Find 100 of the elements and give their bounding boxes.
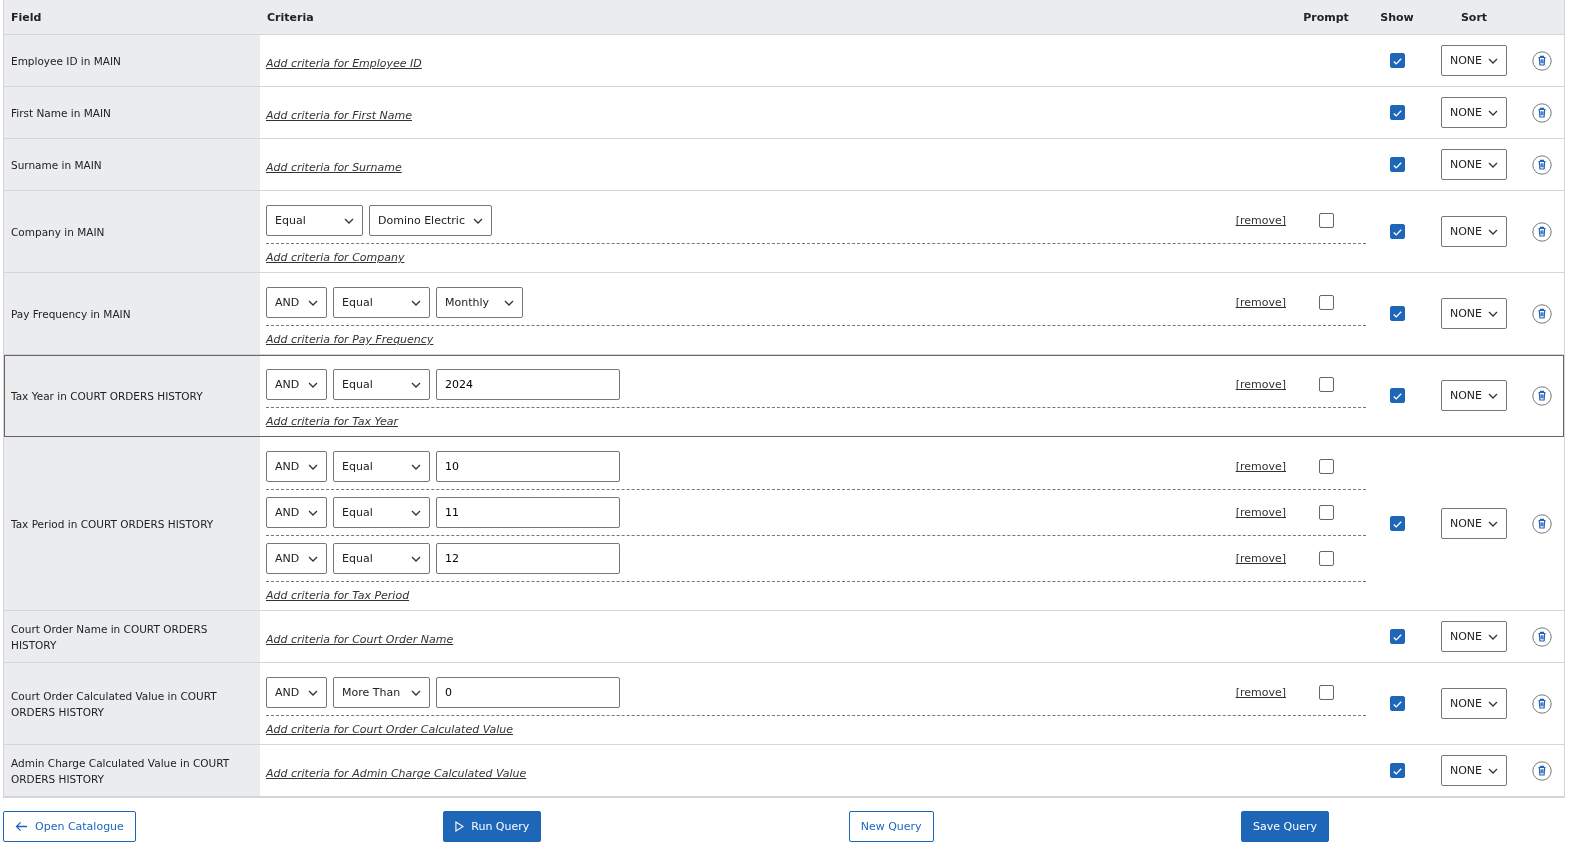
column-header: Show [1379, 10, 1415, 24]
value-field[interactable]: 12 [436, 543, 620, 574]
query-row[interactable]: Surname in MAIN Add criteria for Surname NONE [4, 139, 1564, 191]
field-name: Tax Year in COURT ORDERS HISTORY [11, 388, 203, 404]
prompt-checkbox[interactable] [1318, 551, 1334, 566]
delete-icon[interactable] [1532, 102, 1552, 123]
remove-link[interactable]: [remove] [1235, 460, 1286, 473]
conjunction-dropdown[interactable]: AND [266, 677, 327, 708]
column-header: Sort [1459, 10, 1489, 24]
prompt-checkbox[interactable] [1318, 295, 1334, 310]
sort-dropdown[interactable]: NONE [1440, 149, 1508, 180]
caret-icon [1488, 228, 1499, 235]
show-checkbox[interactable] [1389, 516, 1405, 531]
remove-link[interactable]: [remove] [1235, 506, 1286, 519]
add-criteria-link[interactable]: Add criteria for First Name [266, 109, 413, 122]
delete-icon[interactable] [1532, 221, 1552, 242]
sort-dropdown[interactable]: NONE [1440, 688, 1508, 719]
caret-icon [411, 299, 421, 306]
show-checkbox[interactable] [1389, 696, 1405, 711]
query-row[interactable]: Court Order Name in COURT ORDERS HISTORY Add criteria for Court Order Name NONE [4, 611, 1564, 663]
conjunction-dropdown[interactable]: AND [266, 497, 327, 528]
value-dropdown[interactable]: Monthly [436, 287, 523, 318]
conjunction-dropdown[interactable]: AND [266, 451, 327, 482]
remove-link[interactable]: [remove] [1235, 378, 1286, 391]
add-criteria-link[interactable]: Add criteria for Tax Year [266, 415, 398, 428]
sort-dropdown[interactable]: NONE [1440, 380, 1508, 411]
prompt-checkbox[interactable] [1318, 685, 1334, 700]
add-criteria-link[interactable]: Add criteria for Court Order Calculated Value [266, 723, 513, 736]
conjunction-dropdown[interactable]: AND [266, 543, 327, 574]
delete-icon[interactable] [1532, 513, 1552, 534]
show-checkbox[interactable] [1389, 629, 1405, 644]
show-checkbox[interactable] [1389, 53, 1405, 68]
add-criteria-link[interactable]: Add criteria for Surname [266, 161, 402, 174]
caret-icon [472, 217, 483, 224]
prompt-checkbox[interactable] [1318, 459, 1334, 474]
caret-icon [308, 689, 318, 696]
query-row[interactable]: Court Order Calculated Value in COURT ORDERS HISTORY AND More Than 0 [remove] Add criteria for Court Order Calculated Value NONE [4, 663, 1564, 745]
sort-dropdown[interactable]: NONE [1440, 216, 1508, 247]
operator-dropdown[interactable]: Equal [333, 369, 430, 400]
show-checkbox[interactable] [1389, 306, 1405, 321]
sort-dropdown[interactable]: NONE [1440, 508, 1508, 539]
operator-dropdown[interactable]: Equal [333, 497, 430, 528]
operator-dropdown[interactable]: Equal [333, 287, 430, 318]
value-field[interactable]: 0 [436, 677, 620, 708]
show-checkbox[interactable] [1389, 105, 1405, 120]
add-criteria-link[interactable]: Add criteria for Admin Charge Calculated Value [266, 767, 527, 780]
add-criteria-link[interactable]: Add criteria for Court Order Name [266, 633, 454, 646]
operator-dropdown[interactable]: More Than [333, 677, 430, 708]
conjunction-dropdown[interactable]: AND [266, 287, 327, 318]
add-criteria-link[interactable]: Add criteria for Pay Frequency [266, 333, 434, 346]
query-row[interactable]: Pay Frequency in MAIN AND Equal Monthly [remove] Add criteria for Pay Frequency NONE [4, 273, 1564, 355]
show-checkbox[interactable] [1389, 388, 1405, 403]
prompt-checkbox[interactable] [1318, 505, 1334, 520]
save-query-button[interactable]: Save Query [1241, 811, 1329, 842]
column-header: Criteria [266, 10, 315, 24]
caret-icon [1488, 392, 1499, 399]
show-checkbox[interactable] [1389, 763, 1405, 778]
prompt-checkbox[interactable] [1318, 377, 1334, 392]
operator-dropdown[interactable]: Equal [333, 451, 430, 482]
add-criteria-link[interactable]: Add criteria for Tax Period [266, 589, 410, 602]
add-criteria-link[interactable]: Add criteria for Employee ID [266, 57, 422, 70]
remove-link[interactable]: [remove] [1235, 686, 1286, 699]
sort-dropdown[interactable]: NONE [1440, 755, 1508, 786]
operator-dropdown[interactable]: Equal [333, 543, 430, 574]
show-checkbox[interactable] [1389, 157, 1405, 172]
value-field[interactable]: 10 [436, 451, 620, 482]
new-query-button[interactable]: New Query [848, 811, 934, 842]
caret-icon [411, 463, 421, 470]
query-row[interactable]: Tax Year in COURT ORDERS HISTORY AND Equal 2024 [remove] Add criteria for Tax Year NONE [4, 355, 1564, 437]
delete-icon[interactable] [1532, 385, 1552, 406]
open-catalogue-button[interactable]: Open Catalogue [3, 811, 136, 842]
remove-link[interactable]: [remove] [1235, 552, 1286, 565]
delete-icon[interactable] [1532, 626, 1552, 647]
delete-icon[interactable] [1532, 50, 1552, 71]
delete-icon[interactable] [1532, 693, 1552, 714]
caret-icon [308, 381, 318, 388]
delete-icon[interactable] [1532, 760, 1552, 781]
field-name: Tax Period in COURT ORDERS HISTORY [11, 516, 214, 532]
query-row[interactable]: Company in MAIN Equal Domino Electric [remove] Add criteria for Company NONE [4, 191, 1564, 273]
value-field[interactable]: 2024 [436, 369, 620, 400]
run-query-button[interactable]: Run Query [443, 811, 542, 842]
sort-dropdown[interactable]: NONE [1440, 45, 1508, 76]
sort-dropdown[interactable]: NONE [1440, 97, 1508, 128]
prompt-checkbox[interactable] [1318, 213, 1334, 228]
query-row[interactable]: Admin Charge Calculated Value in COURT ORDERS HISTORY Add criteria for Admin Charge Calculated Value NONE [4, 745, 1564, 797]
operator-dropdown[interactable]: Equal [266, 205, 363, 236]
sort-dropdown[interactable]: NONE [1440, 621, 1508, 652]
conjunction-dropdown[interactable]: AND [266, 369, 327, 400]
delete-icon[interactable] [1532, 154, 1552, 175]
query-row[interactable]: Tax Period in COURT ORDERS HISTORY AND Equal 10 [remove] AND Equal 11 [remove] AND Equal 12 [remove] Add criteria for Tax Period NONE [4, 437, 1564, 611]
delete-icon[interactable] [1532, 303, 1552, 324]
show-checkbox[interactable] [1389, 224, 1405, 239]
remove-link[interactable]: [remove] [1235, 214, 1286, 227]
query-row[interactable]: First Name in MAIN Add criteria for First Name NONE [4, 87, 1564, 139]
value-field[interactable]: 11 [436, 497, 620, 528]
sort-dropdown[interactable]: NONE [1440, 298, 1508, 329]
remove-link[interactable]: [remove] [1235, 296, 1286, 309]
add-criteria-link[interactable]: Add criteria for Company [266, 251, 405, 264]
query-row[interactable]: Employee ID in MAIN Add criteria for Employee ID NONE [4, 35, 1564, 87]
value-dropdown[interactable]: Domino Electric [369, 205, 492, 236]
